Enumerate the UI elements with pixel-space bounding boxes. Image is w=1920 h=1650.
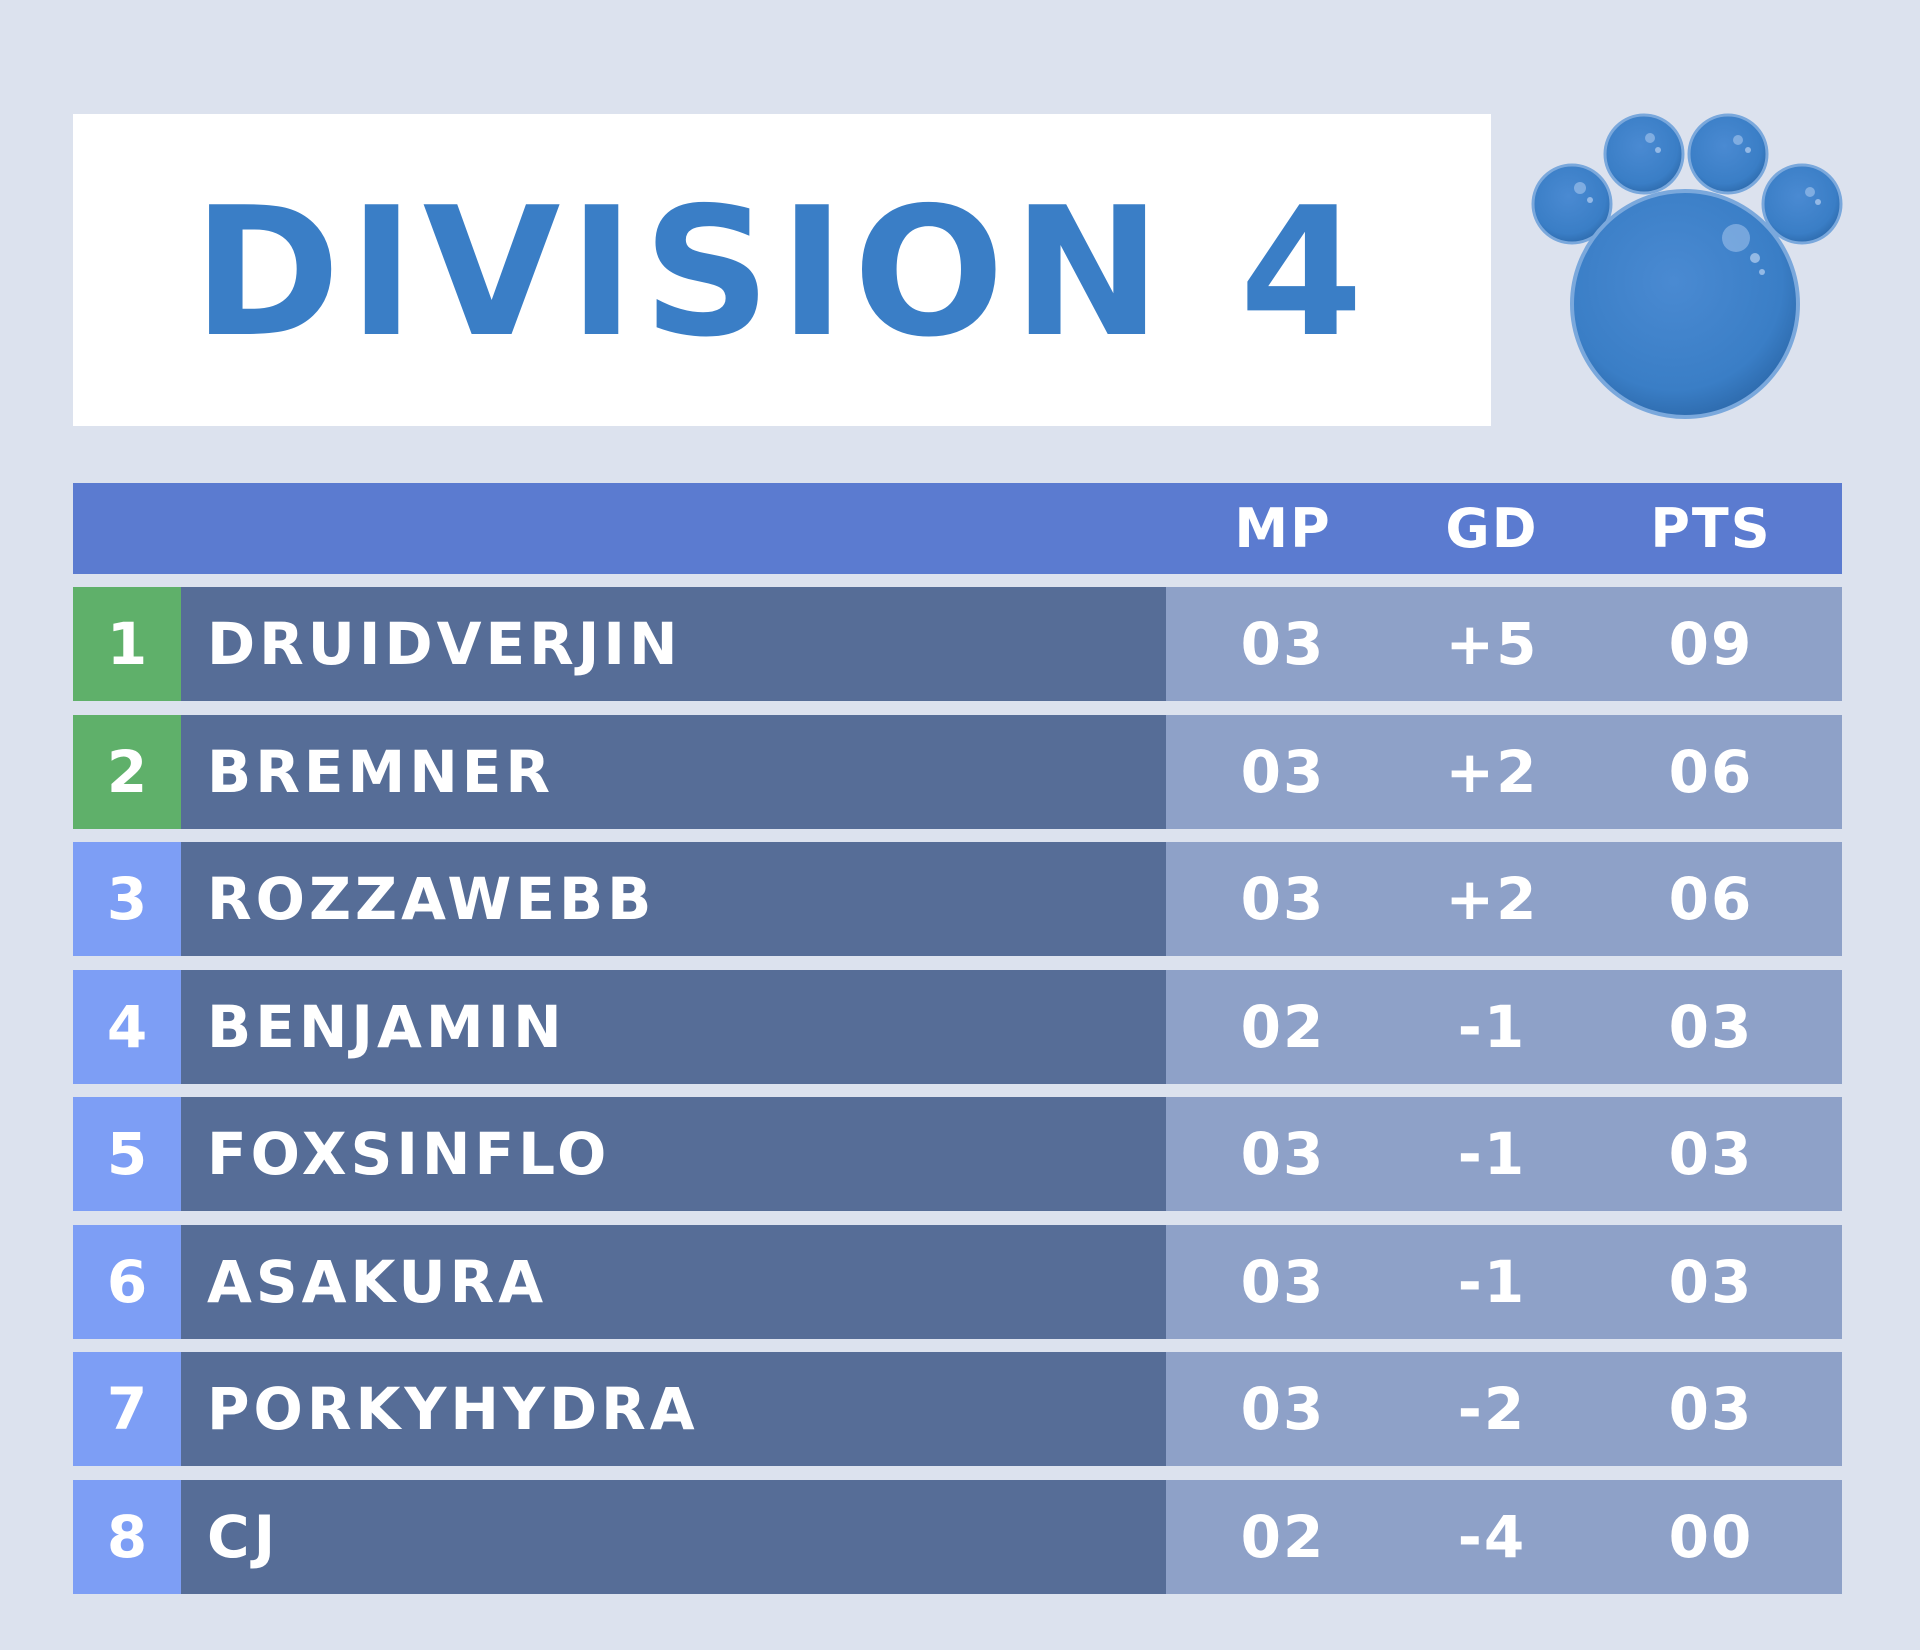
table-header: MP GD PTS	[73, 483, 1842, 574]
matches-played: 03	[1240, 1248, 1326, 1316]
points: 03	[1668, 1375, 1754, 1443]
rank-cell: 8	[73, 1480, 181, 1594]
column-header-pts: PTS	[1650, 497, 1772, 560]
rank-cell: 5	[73, 1097, 181, 1211]
matches-played: 03	[1240, 1120, 1326, 1188]
rank-cell: 7	[73, 1352, 181, 1466]
player-name: CJ	[181, 1480, 1166, 1594]
rank-cell: 3	[73, 842, 181, 956]
table-row: 1 DRUIDVERJIN 03 +5 09	[73, 587, 1842, 701]
matches-played: 03	[1240, 865, 1326, 933]
matches-played: 03	[1240, 738, 1326, 806]
player-name: ROZZAWEBB	[181, 842, 1166, 956]
goal-difference: -4	[1457, 1503, 1527, 1571]
stats-cell: 03 -2 03	[1166, 1352, 1842, 1466]
points: 09	[1668, 610, 1754, 678]
points: 06	[1668, 865, 1754, 933]
rank-cell: 4	[73, 970, 181, 1084]
player-name: BREMNER	[181, 715, 1166, 829]
goal-difference: +2	[1445, 865, 1539, 933]
table-row: 7 PORKYHYDRA 03 -2 03	[73, 1352, 1842, 1466]
goal-difference: -1	[1457, 1120, 1527, 1188]
points: 03	[1668, 993, 1754, 1061]
stats-cell: 03 -1 03	[1166, 1097, 1842, 1211]
player-name: PORKYHYDRA	[181, 1352, 1166, 1466]
points: 06	[1668, 738, 1754, 806]
matches-played: 03	[1240, 1375, 1326, 1443]
player-name: DRUIDVERJIN	[181, 587, 1166, 701]
goal-difference: -2	[1457, 1375, 1527, 1443]
table-row: 5 FOXSINFLO 03 -1 03	[73, 1097, 1842, 1211]
matches-played: 02	[1240, 1503, 1326, 1571]
points: 03	[1668, 1120, 1754, 1188]
goal-difference: +5	[1445, 610, 1539, 678]
column-header-mp: MP	[1234, 497, 1332, 560]
stats-cell: 03 +2 06	[1166, 842, 1842, 956]
goal-difference: -1	[1457, 993, 1527, 1061]
title-banner: DIVISION 4	[73, 114, 1491, 426]
points: 03	[1668, 1248, 1754, 1316]
rank-cell: 2	[73, 715, 181, 829]
table-row: 3 ROZZAWEBB 03 +2 06	[73, 842, 1842, 956]
matches-played: 02	[1240, 993, 1326, 1061]
stats-cell: 03 -1 03	[1166, 1225, 1842, 1339]
rank-cell: 6	[73, 1225, 181, 1339]
stats-cell: 03 +5 09	[1166, 587, 1842, 701]
stats-cell: 03 +2 06	[1166, 715, 1842, 829]
stats-cell: 02 -4 00	[1166, 1480, 1842, 1594]
player-name: ASAKURA	[181, 1225, 1166, 1339]
player-name: FOXSINFLO	[181, 1097, 1166, 1211]
table-row: 4 BENJAMIN 02 -1 03	[73, 970, 1842, 1084]
goal-difference: +2	[1445, 738, 1539, 806]
paw-print-icon	[1531, 113, 1843, 419]
goal-difference: -1	[1457, 1248, 1527, 1316]
page-title: DIVISION 4	[192, 169, 1372, 376]
rank-cell: 1	[73, 587, 181, 701]
stats-cell: 02 -1 03	[1166, 970, 1842, 1084]
matches-played: 03	[1240, 610, 1326, 678]
table-row: 6 ASAKURA 03 -1 03	[73, 1225, 1842, 1339]
player-name: BENJAMIN	[181, 970, 1166, 1084]
column-header-gd: GD	[1445, 497, 1539, 560]
points: 00	[1668, 1503, 1754, 1571]
table-row: 2 BREMNER 03 +2 06	[73, 715, 1842, 829]
table-row: 8 CJ 02 -4 00	[73, 1480, 1842, 1594]
